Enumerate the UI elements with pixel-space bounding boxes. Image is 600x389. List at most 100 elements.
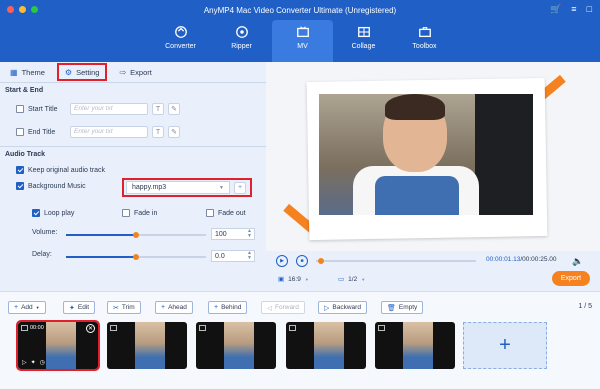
add-label: Add	[21, 304, 33, 311]
music-select[interactable]: happy.mp3 ▼	[126, 181, 230, 194]
trash-icon: 🗑	[387, 304, 396, 312]
start-title-edit-button[interactable]: ✎	[168, 103, 180, 115]
forward-label: Forward	[275, 304, 299, 311]
main-nav: Converter Ripper MV Collage Toolbox	[150, 20, 455, 62]
fade-out-label: Fade out	[218, 209, 246, 217]
total-time: /00:00:25.00	[520, 256, 557, 263]
behind-button[interactable]: + Behind	[208, 301, 248, 314]
divider	[0, 82, 266, 83]
volume-input[interactable]: 100 ▲ ▼	[211, 228, 255, 240]
tab-export[interactable]: ⇨ Export	[113, 65, 157, 79]
keep-original-checkbox[interactable]	[16, 166, 24, 174]
volume-stepper-icon[interactable]: ▲ ▼	[247, 229, 252, 239]
end-title-checkbox[interactable]	[16, 128, 24, 136]
export-icon: ⇨	[119, 67, 127, 77]
fade-in-checkbox[interactable]	[122, 209, 130, 217]
cart-icon[interactable]: 🛒	[550, 4, 561, 15]
effect-icon[interactable]: ✦	[31, 359, 36, 366]
chevron-down-icon: ▼	[219, 184, 224, 191]
clip-thumbnail	[314, 322, 344, 369]
delay-slider-knob[interactable]	[133, 254, 139, 260]
clip-item[interactable]	[375, 322, 455, 369]
start-title-font-button[interactable]: T	[152, 103, 164, 115]
add-music-button[interactable]: +	[234, 181, 246, 194]
top-right-icons: 🛒 ≡ □	[550, 4, 592, 15]
remove-clip-button[interactable]: ✕	[86, 324, 95, 333]
forward-icon: ◁	[267, 304, 272, 312]
volume-slider-knob[interactable]	[133, 232, 139, 238]
settings-panel: ▦ Theme ⚙ Setting ⇨ Export Start & End S…	[0, 62, 266, 291]
delay-input[interactable]: 0.0 ▲ ▼	[211, 250, 255, 262]
feedback-icon[interactable]: □	[587, 4, 592, 15]
empty-button[interactable]: 🗑 Empty	[381, 301, 424, 314]
menu-icon[interactable]: ≡	[571, 4, 576, 15]
top-bar: AnyMP4 Mac Video Converter Ultimate (Unr…	[0, 0, 600, 62]
play-icon[interactable]: ▷	[22, 359, 27, 366]
scissors-icon: ✂	[113, 304, 119, 312]
nav-collage[interactable]: Collage	[333, 20, 394, 62]
delay-stepper-icon[interactable]: ▲ ▼	[247, 251, 252, 261]
delay-slider[interactable]	[66, 254, 206, 260]
backward-label: Backward	[332, 304, 361, 311]
nav-mv-label: MV	[297, 43, 308, 50]
baby-hair	[385, 94, 445, 120]
plus-icon: +	[14, 304, 19, 311]
aspect-value: 16:9	[288, 275, 301, 283]
baby-overalls	[375, 176, 459, 215]
forward-button[interactable]: ◁ Forward	[261, 301, 305, 314]
end-title-input[interactable]: Enter your txt	[70, 126, 148, 138]
keep-original-label: Keep original audio track	[28, 166, 106, 174]
clip-toolbar: + Add ▼ ✦ Edit ✂ Trim + Ahead + Behind ◁ Forwar…	[0, 291, 600, 318]
clip-item[interactable]	[107, 322, 187, 369]
add-clip-button[interactable]: +	[463, 322, 547, 369]
nav-ripper[interactable]: Ripper	[211, 20, 272, 62]
clock-icon[interactable]: ◷	[40, 359, 45, 366]
clip-item[interactable]	[196, 322, 276, 369]
behind-label: Behind	[221, 304, 242, 311]
end-title-row: End Title Enter your txt T ✎	[16, 126, 180, 138]
ahead-button[interactable]: + Ahead	[155, 301, 193, 314]
keep-original-row: Keep original audio track	[16, 166, 105, 174]
start-title-label: Start Title	[28, 105, 58, 113]
nav-mv[interactable]: MV	[272, 20, 333, 62]
page-select[interactable]: ▭ 1/2 ▼	[338, 275, 365, 284]
aspect-ratio-select[interactable]: ▣ 16:9 ▼	[278, 275, 309, 284]
start-title-checkbox[interactable]	[16, 105, 24, 113]
delay-slider-fill	[66, 256, 136, 258]
tab-setting[interactable]: ⚙ Setting	[56, 63, 108, 81]
edit-button[interactable]: ✦ Edit	[63, 301, 96, 314]
clip-item[interactable]: 00:00 ✕ ▷ ✦ ◷	[16, 320, 100, 371]
loop-play-checkbox[interactable]	[32, 209, 40, 217]
start-title-input[interactable]: Enter your txt	[70, 103, 148, 115]
play-button[interactable]: ▶	[276, 255, 288, 267]
nav-converter[interactable]: Converter	[150, 20, 211, 62]
backward-button[interactable]: ▷ Backward	[318, 301, 367, 314]
nav-toolbox[interactable]: Toolbox	[394, 20, 455, 62]
trim-button[interactable]: ✂ Trim	[107, 301, 141, 314]
background-shade	[475, 94, 533, 215]
aspect-icon: ▣	[278, 276, 285, 283]
collage-icon	[357, 26, 370, 38]
image-icon	[378, 325, 385, 331]
volume-slider[interactable]	[66, 232, 206, 238]
progress-knob[interactable]	[318, 258, 324, 264]
add-button[interactable]: + Add ▼	[8, 301, 46, 314]
stop-button[interactable]: ■	[296, 255, 308, 267]
background-music-checkbox[interactable]	[16, 182, 24, 190]
tab-theme[interactable]: ▦ Theme	[4, 65, 51, 79]
end-title-font-button[interactable]: T	[152, 126, 164, 138]
volume-icon[interactable]: 🔈	[572, 255, 584, 267]
start-title-row: Start Title Enter your txt T ✎	[16, 103, 180, 115]
volume-label: Volume:	[32, 229, 58, 236]
export-button[interactable]: Export	[552, 271, 590, 286]
progress-track[interactable]	[316, 258, 476, 264]
fade-out-checkbox[interactable]	[206, 209, 214, 217]
end-title-edit-button[interactable]: ✎	[168, 126, 180, 138]
edit-label: Edit	[77, 304, 90, 311]
converter-icon	[174, 26, 187, 38]
clip-item[interactable]	[286, 322, 366, 369]
fade-in-label: Fade in	[134, 209, 158, 217]
current-time: 00:00:01.13	[486, 256, 521, 263]
divider	[0, 146, 266, 147]
panel-tabs: ▦ Theme ⚙ Setting ⇨ Export	[4, 63, 158, 81]
